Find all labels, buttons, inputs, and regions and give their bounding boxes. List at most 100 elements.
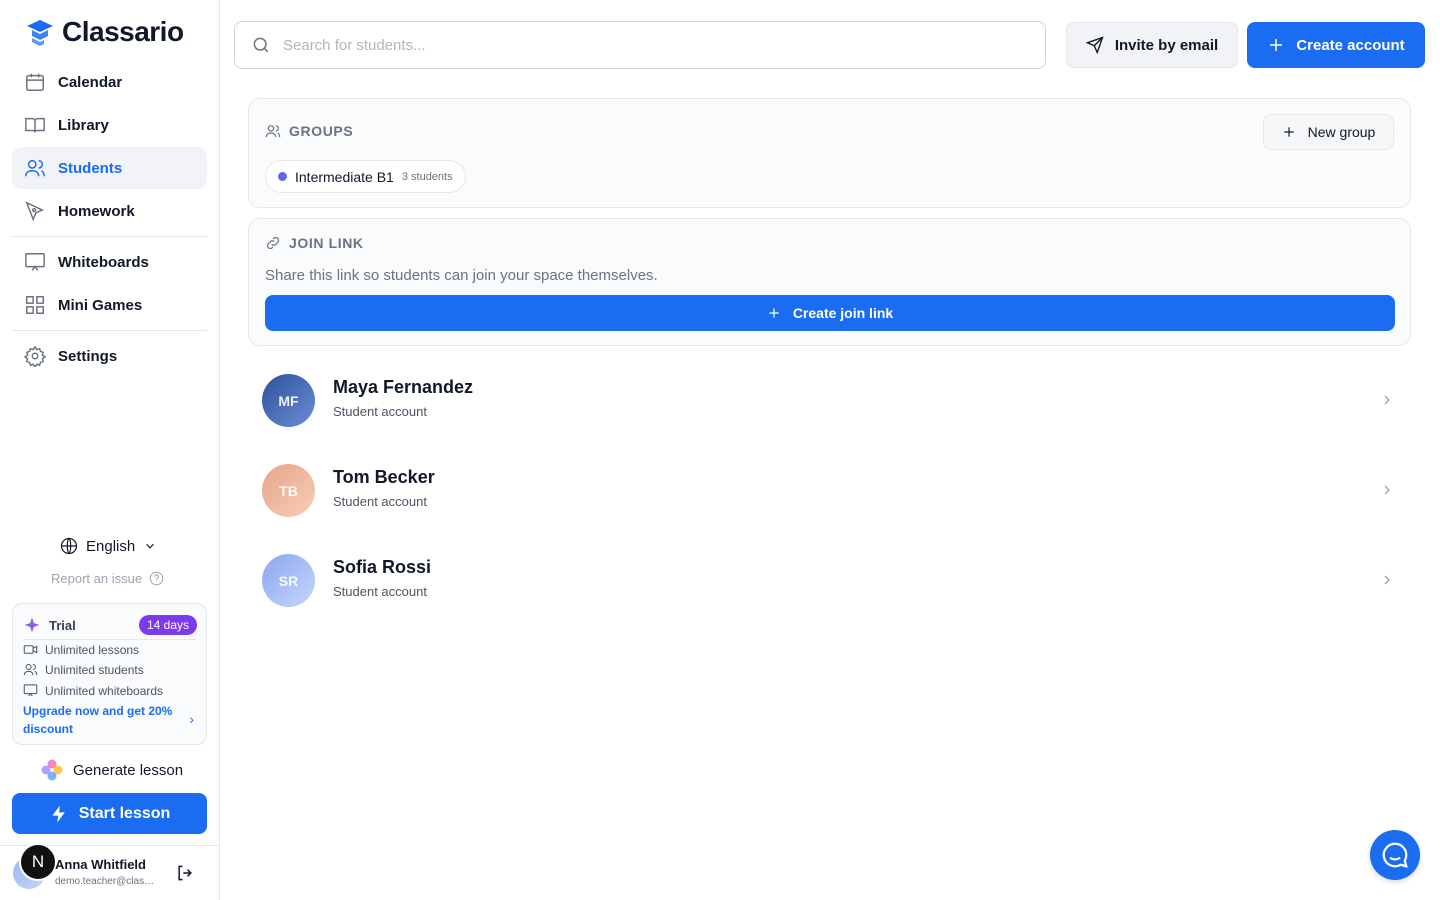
chevron-right-icon[interactable]: ›: [189, 711, 194, 727]
profile-badge[interactable]: N: [19, 843, 57, 881]
trial-header: Trial 14 days: [23, 613, 197, 637]
lightning-icon: [52, 805, 65, 822]
group-chip[interactable]: Intermediate B1 3 students: [265, 160, 466, 193]
chevron-right-icon: [1384, 395, 1390, 405]
join-link-heading: JOIN LINK: [265, 235, 364, 251]
new-group-label: New group: [1307, 124, 1376, 140]
calendar-icon: [26, 73, 44, 91]
generate-lesson-button[interactable]: Generate lesson: [40, 758, 183, 782]
sidebar-item-library[interactable]: Library: [12, 104, 207, 146]
student-name: Maya Fernandez: [333, 377, 474, 397]
profile-name: Anna Whitfield: [55, 857, 146, 872]
student-name: Tom Becker: [333, 467, 435, 487]
whiteboard-icon: [25, 253, 45, 271]
student-row[interactable]: MF Maya Fernandez Student account: [248, 362, 1411, 442]
sidebar-item-label: Mini Games: [58, 296, 143, 314]
sidebar-item-label: Calendar: [58, 73, 123, 91]
logout-button[interactable]: [175, 863, 195, 888]
start-lesson-button[interactable]: Start lesson: [12, 793, 207, 834]
help-icon: [149, 571, 164, 586]
language-label: English: [86, 537, 136, 555]
search-input[interactable]: [283, 36, 1003, 54]
globe-icon: [60, 537, 78, 555]
sidebar-item-students[interactable]: Students: [12, 147, 207, 189]
plus-icon: [1270, 39, 1283, 51]
sidebar-item-label: Whiteboards: [58, 253, 149, 271]
plus-icon: [1283, 127, 1294, 137]
group-count: 3 students: [401, 170, 453, 183]
trial-feature: Unlimited whiteboards: [23, 683, 163, 698]
search-bar[interactable]: [234, 21, 1046, 69]
trial-feature: Unlimited lessons: [23, 642, 139, 657]
profile-email: demo.teacher@classario.com: [55, 876, 155, 887]
create-account-button[interactable]: Create account: [1247, 22, 1425, 68]
sidebar-item-label: Settings: [58, 347, 118, 365]
chevron-right-icon: [1384, 485, 1390, 495]
logo-icon: [27, 20, 53, 46]
student-role: Student account: [333, 494, 427, 509]
join-link-card: JOIN LINK Share this link so students ca…: [248, 218, 1411, 346]
generate-lesson-label: Generate lesson: [73, 761, 184, 779]
new-group-button[interactable]: New group: [1263, 114, 1394, 150]
groups-title: GROUPS: [289, 123, 354, 139]
app-name: Classario: [62, 16, 184, 47]
group-color-dot: [278, 172, 287, 181]
link-icon: [266, 236, 280, 250]
student-avatar: SR: [262, 554, 315, 607]
sidebar-item-label: Students: [58, 159, 123, 177]
chevron-right-icon: [1384, 575, 1390, 585]
whiteboard-icon: [23, 684, 38, 697]
start-lesson-label: Start lesson: [78, 804, 171, 822]
student-avatar: TB: [262, 464, 315, 517]
groups-card: GROUPS New group Intermediate B1 3 stude…: [248, 98, 1411, 208]
student-role: Student account: [333, 404, 427, 419]
send-icon: [1085, 36, 1104, 54]
sidebar-item-calendar[interactable]: Calendar: [12, 61, 207, 103]
sparkle-icon: [24, 617, 40, 633]
chat-support-button[interactable]: [1370, 830, 1420, 880]
trial-title: Trial: [49, 617, 76, 633]
sidebar-item-label: Library: [58, 116, 109, 134]
student-name: Sofia Rossi: [333, 557, 432, 577]
book-icon: [25, 117, 45, 133]
sidebar-item-settings[interactable]: Settings: [12, 335, 207, 377]
chevron-down-icon: [146, 543, 155, 549]
language-selector[interactable]: English: [60, 537, 157, 555]
trial-divider: [23, 639, 196, 640]
sidebar-nav: Calendar Library Students Homework White…: [12, 61, 207, 378]
plus-icon: [769, 308, 779, 318]
create-join-link-button[interactable]: Create join link: [265, 295, 1395, 331]
join-link-title: JOIN LINK: [289, 235, 364, 251]
sidebar-item-homework[interactable]: Homework: [12, 190, 207, 232]
grid-icon: [26, 296, 44, 314]
upgrade-link[interactable]: Upgrade now and get 20% discount: [23, 702, 183, 738]
sidebar: Classario Calendar Library Students Home…: [0, 0, 220, 900]
create-join-link-label: Create join link: [792, 305, 894, 321]
invite-by-email-button[interactable]: Invite by email: [1066, 22, 1238, 68]
flower-icon: [41, 759, 63, 781]
gear-icon: [24, 345, 46, 367]
chat-icon: [1382, 842, 1408, 868]
student-row[interactable]: SR Sofia Rossi Student account: [248, 542, 1411, 622]
video-icon: [23, 645, 38, 654]
users-icon: [23, 664, 38, 676]
nav-divider: [12, 330, 207, 331]
sidebar-item-mini-games[interactable]: Mini Games: [12, 284, 207, 326]
student-role: Student account: [333, 584, 427, 599]
trial-card: Trial 14 days Unlimited lessons Unlimite…: [12, 603, 207, 745]
trial-feature-label: Unlimited students: [45, 662, 144, 677]
trial-days-badge: 14 days: [138, 615, 197, 635]
pen-icon: [25, 201, 45, 222]
report-issue-link[interactable]: Report an issue: [51, 571, 164, 586]
sidebar-item-label: Homework: [58, 202, 135, 220]
student-row[interactable]: TB Tom Becker Student account: [248, 452, 1411, 532]
trial-feature: Unlimited students: [23, 662, 144, 677]
trial-feature-label: Unlimited lessons: [45, 642, 140, 657]
report-issue-label: Report an issue: [51, 571, 143, 586]
logo[interactable]: Classario: [24, 16, 184, 48]
users-icon: [265, 125, 281, 138]
users-icon: [25, 159, 45, 177]
sidebar-item-whiteboards[interactable]: Whiteboards: [12, 241, 207, 283]
logout-icon: [178, 865, 192, 881]
groups-heading: GROUPS: [265, 123, 353, 139]
